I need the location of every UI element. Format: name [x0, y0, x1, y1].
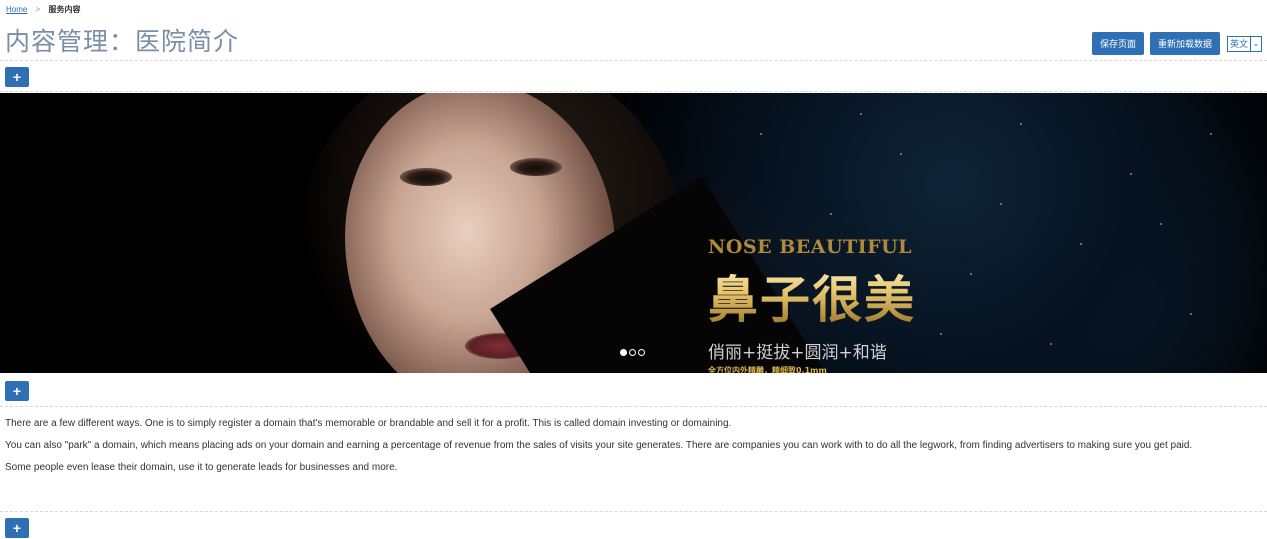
page-title: 内容管理：医院简介: [5, 27, 240, 56]
section-divider: [0, 91, 1267, 92]
reload-data-button[interactable]: 重新加载数据: [1149, 32, 1220, 55]
content-paragraph: There are a few different ways. One is t…: [5, 418, 732, 429]
title-divider: [0, 60, 1267, 61]
language-select-value: 英文: [1228, 36, 1251, 51]
section-divider: [0, 511, 1267, 512]
add-block-button[interactable]: +: [5, 518, 29, 538]
save-page-button[interactable]: 保存页面: [1091, 32, 1144, 55]
add-block-button[interactable]: +: [5, 381, 29, 401]
language-select[interactable]: 英文 ⌄: [1226, 35, 1262, 52]
breadcrumb-home-link[interactable]: Home: [6, 5, 27, 14]
carousel-dot-3[interactable]: [638, 349, 645, 356]
add-block-button[interactable]: +: [5, 67, 29, 87]
carousel-dot-1[interactable]: [620, 349, 627, 356]
banner-subtitle: 俏丽+挺拔+圆润+和谐: [708, 343, 887, 363]
carousel-dots: [620, 349, 645, 356]
banner-cn-title: 鼻子很美: [708, 260, 916, 332]
banner-note: 全方位内外精雕，精细致0.1mm: [708, 366, 827, 373]
banner-text: NOSE BEAUTIFUL 鼻子很美 俏丽+挺拔+圆润+和谐 全方位内外精雕，…: [708, 236, 916, 373]
header-actions: 保存页面 重新加载数据 英文 ⌄: [1091, 32, 1262, 55]
carousel-dot-2[interactable]: [629, 349, 636, 356]
breadcrumb-separator: >: [35, 5, 41, 14]
chevron-down-icon: ⌄: [1252, 38, 1260, 48]
content-paragraph: Some people even lease their domain, use…: [5, 462, 398, 473]
breadcrumb: Home > 服务内容: [6, 4, 80, 15]
content-paragraph: You can also "park" a domain, which mean…: [5, 440, 1193, 451]
banner-en-title: NOSE BEAUTIFUL: [708, 236, 913, 258]
section-divider: [0, 406, 1267, 407]
content-text-block[interactable]: There are a few different ways. One is t…: [5, 416, 1255, 482]
breadcrumb-current: 服务内容: [48, 5, 81, 14]
banner-carousel[interactable]: NOSE BEAUTIFUL 鼻子很美 俏丽+挺拔+圆润+和谐 全方位内外精雕，…: [0, 93, 1267, 373]
